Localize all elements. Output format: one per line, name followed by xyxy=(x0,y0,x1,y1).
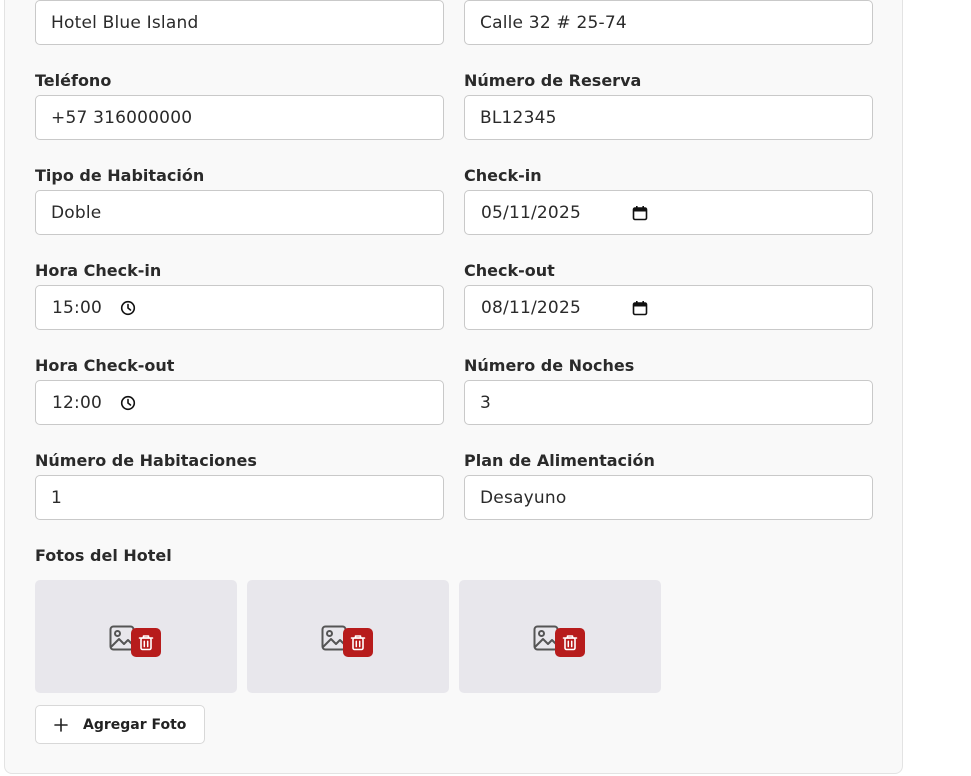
add-photo-label: Agregar Foto xyxy=(83,716,187,733)
plan-alimentacion-label: Plan de Alimentación xyxy=(464,451,655,470)
tipo-habitacion-label: Tipo de Habitación xyxy=(35,166,205,185)
plus-icon xyxy=(54,717,68,732)
habitaciones-input[interactable]: 1 xyxy=(35,475,444,520)
tipo-habitacion-value: Doble xyxy=(51,202,102,223)
photo-tile[interactable] xyxy=(459,580,661,693)
checkout-value: 08/11/2025 xyxy=(481,297,581,318)
hora-checkout-label: Hora Check-out xyxy=(35,356,175,375)
telefono-input[interactable]: +57 316000000 xyxy=(35,95,444,140)
calendar-icon[interactable] xyxy=(632,205,648,221)
plan-alimentacion-value: Desayuno xyxy=(480,487,567,508)
delete-photo-button[interactable] xyxy=(555,628,585,657)
delete-photo-button[interactable] xyxy=(131,628,161,657)
delete-photo-button[interactable] xyxy=(343,628,373,657)
checkout-date-input[interactable]: 08/11/2025 xyxy=(464,285,873,330)
hora-checkin-input[interactable]: 15:00 xyxy=(35,285,444,330)
telefono-value: +57 316000000 xyxy=(51,107,193,128)
hora-checkin-value: 15:00 xyxy=(52,297,102,318)
clock-icon[interactable] xyxy=(120,300,136,316)
reserva-label: Número de Reserva xyxy=(464,71,642,90)
hotel-name-input[interactable]: Hotel Blue Island xyxy=(35,0,444,45)
hotel-name-value: Hotel Blue Island xyxy=(51,12,199,33)
calendar-icon[interactable] xyxy=(632,300,648,316)
fotos-label: Fotos del Hotel xyxy=(35,546,172,565)
trash-icon xyxy=(562,634,578,651)
checkin-date-input[interactable]: 05/11/2025 xyxy=(464,190,873,235)
photo-tile[interactable] xyxy=(247,580,449,693)
hora-checkout-value: 12:00 xyxy=(52,392,102,413)
checkin-label: Check-in xyxy=(464,166,542,185)
clock-icon[interactable] xyxy=(120,395,136,411)
habitaciones-label: Número de Habitaciones xyxy=(35,451,257,470)
noches-input[interactable]: 3 xyxy=(464,380,873,425)
habitaciones-value: 1 xyxy=(51,487,63,508)
noches-value: 3 xyxy=(480,392,492,413)
address-value: Calle 32 # 25-74 xyxy=(480,12,627,33)
checkin-value: 05/11/2025 xyxy=(481,202,581,223)
checkout-label: Check-out xyxy=(464,261,555,280)
reserva-value: BL12345 xyxy=(480,107,557,128)
noches-label: Número de Noches xyxy=(464,356,635,375)
plan-alimentacion-input[interactable]: Desayuno xyxy=(464,475,873,520)
reserva-input[interactable]: BL12345 xyxy=(464,95,873,140)
address-input[interactable]: Calle 32 # 25-74 xyxy=(464,0,873,45)
tipo-habitacion-input[interactable]: Doble xyxy=(35,190,444,235)
hora-checkin-label: Hora Check-in xyxy=(35,261,162,280)
trash-icon xyxy=(350,634,366,651)
trash-icon xyxy=(138,634,154,651)
photo-tile[interactable] xyxy=(35,580,237,693)
telefono-label: Teléfono xyxy=(35,71,112,90)
add-photo-button[interactable]: Agregar Foto xyxy=(35,705,205,744)
hora-checkout-input[interactable]: 12:00 xyxy=(35,380,444,425)
